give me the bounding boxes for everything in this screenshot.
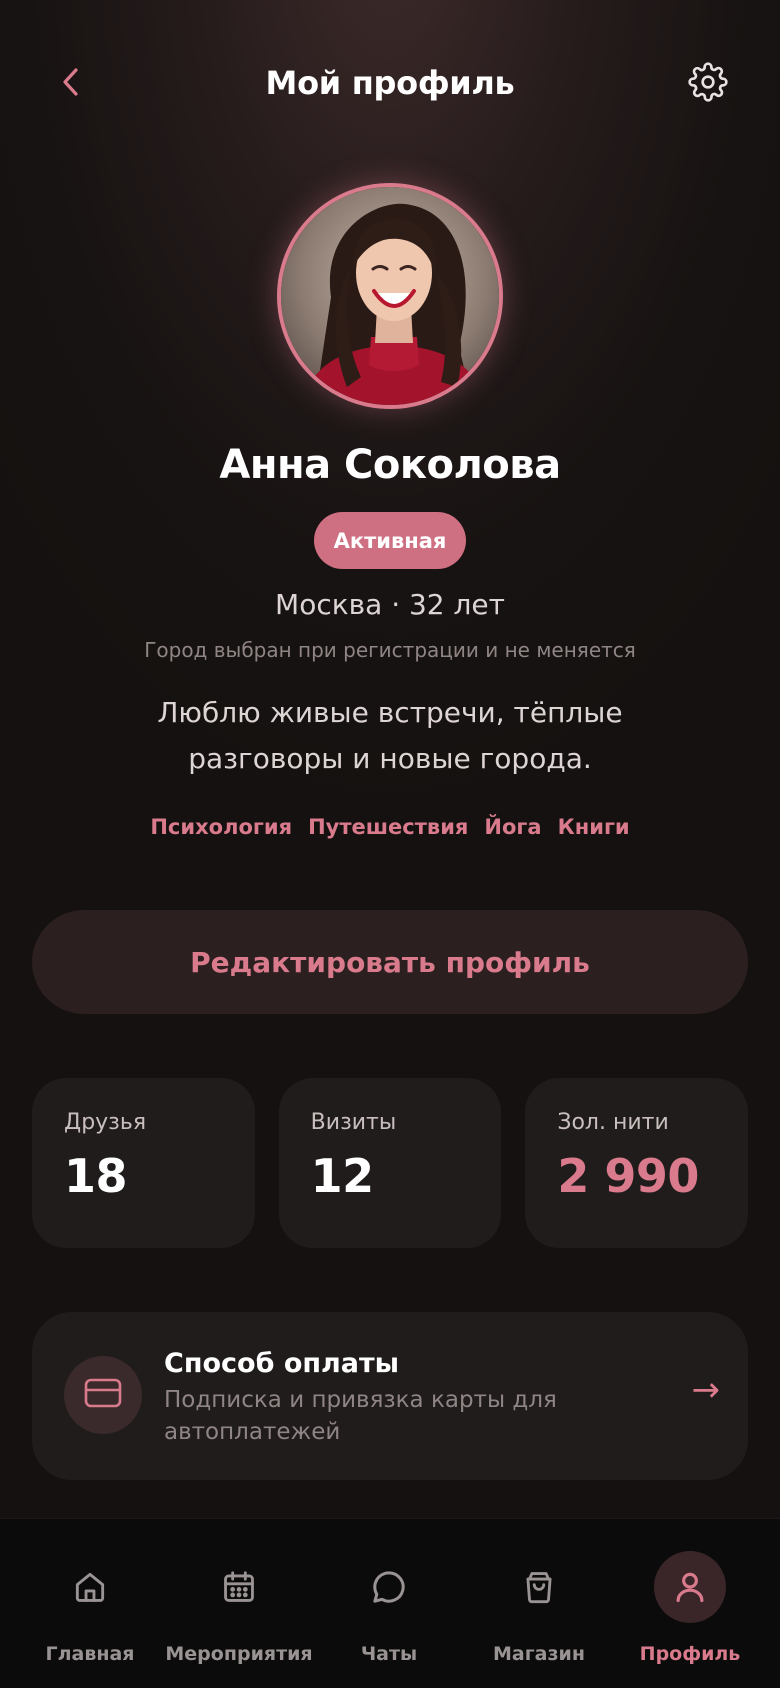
payment-title: Способ оплаты — [164, 1348, 400, 1379]
bottom-nav: Главная Мероприятия Чаты Магазин Профиль — [0, 1518, 780, 1688]
avatar[interactable] — [277, 183, 503, 409]
nav-label: Профиль — [639, 1643, 741, 1665]
nav-label: Мероприятия — [165, 1643, 313, 1665]
payment-subtitle: Подписка и привязка карты для автоплатеж… — [164, 1387, 557, 1445]
nav-label: Чаты — [360, 1643, 418, 1665]
payment-icon-container — [64, 1356, 142, 1434]
shopping-bag-icon — [503, 1551, 575, 1623]
user-icon — [654, 1551, 726, 1623]
arrow-right-icon: → — [691, 1370, 721, 1410]
stat-label: Друзья — [64, 1110, 147, 1135]
tag-item[interactable]: Йога — [484, 815, 541, 839]
payment-method-card[interactable]: Способ оплаты Подписка и привязка карты … — [32, 1312, 748, 1480]
stats-row: Друзья 18 Визиты 12 Зол. нити 2 990 — [32, 1078, 749, 1248]
nav-label: Магазин — [493, 1643, 585, 1665]
stat-value: 2 990 — [557, 1149, 699, 1203]
chat-bubble-icon — [353, 1551, 425, 1623]
gear-icon — [688, 62, 728, 106]
credit-card-icon — [84, 1378, 122, 1412]
nav-item-events[interactable]: Мероприятия — [161, 1519, 317, 1688]
stat-label: Визиты — [310, 1110, 397, 1135]
location-note: Город выбран при регистрации и не меняет… — [144, 638, 636, 662]
header: Мой профиль — [0, 40, 780, 130]
tag-item[interactable]: Путешествия — [308, 815, 468, 839]
profile-location: Москва · 32 лет — [275, 588, 505, 621]
profile-name: Анна Соколова — [219, 442, 561, 488]
stat-value: 12 — [310, 1149, 375, 1203]
stat-card-friends[interactable]: Друзья 18 — [32, 1078, 255, 1248]
nav-item-profile[interactable]: Профиль — [612, 1519, 768, 1688]
calendar-icon — [203, 1551, 275, 1623]
tag-item[interactable]: Психология — [150, 815, 292, 839]
stat-label: Зол. нити — [557, 1110, 669, 1135]
nav-label: Главная — [45, 1643, 135, 1665]
tag-item[interactable]: Книги — [558, 815, 630, 839]
page-title: Мой профиль — [265, 64, 515, 102]
profile-screen: Мой профиль Анна Соколова Активная Москв… — [0, 0, 780, 1688]
interest-tags: Психология Путешествия Йога Книги — [0, 815, 780, 839]
stat-value: 18 — [64, 1149, 128, 1203]
edit-profile-button[interactable]: Редактировать профиль — [32, 910, 748, 1014]
nav-item-home[interactable]: Главная — [12, 1519, 168, 1688]
home-icon — [54, 1551, 126, 1623]
status-badge: Активная — [314, 512, 466, 569]
nav-item-chats[interactable]: Чаты — [311, 1519, 467, 1688]
stat-card-gold-threads[interactable]: Зол. нити 2 990 — [525, 1078, 749, 1248]
settings-button[interactable] — [684, 60, 732, 108]
stat-card-visits[interactable]: Визиты 12 — [278, 1078, 502, 1248]
nav-item-shop[interactable]: Магазин — [461, 1519, 617, 1688]
profile-bio: Люблю живые встречи, тёплые разговоры и … — [157, 696, 623, 775]
